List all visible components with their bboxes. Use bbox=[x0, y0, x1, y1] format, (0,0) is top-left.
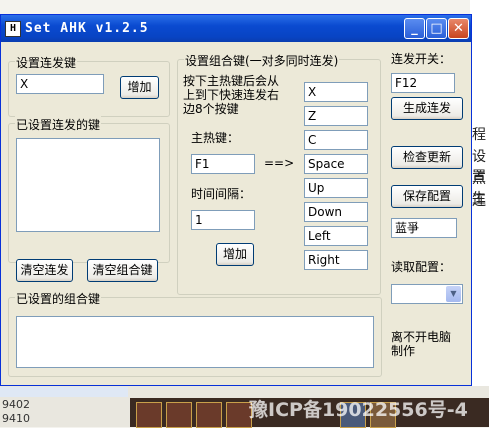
bg-text-4: 连 bbox=[472, 193, 486, 209]
minimize-button[interactable]: _ bbox=[404, 18, 425, 39]
game-item-thumbnail bbox=[136, 402, 162, 428]
toggle-key-input[interactable]: F12 bbox=[391, 73, 455, 93]
bg-text-1: 程 bbox=[472, 127, 486, 143]
combo-key-input-7[interactable]: Left bbox=[304, 226, 368, 246]
burst-keys-list[interactable] bbox=[16, 138, 160, 232]
combo-key-input-4[interactable]: Space bbox=[304, 154, 368, 174]
combo-key-input-5[interactable]: Up bbox=[304, 178, 368, 198]
combo-key-input-1[interactable]: X bbox=[304, 82, 368, 102]
add-combo-button[interactable]: 增加 bbox=[216, 243, 254, 266]
config-name-input[interactable]: 蓝爭 bbox=[391, 218, 457, 238]
set-burst-keys-label: 已设置连发的键 bbox=[15, 116, 102, 133]
app-icon: H bbox=[5, 21, 21, 37]
interval-input[interactable]: 1 bbox=[191, 210, 255, 230]
clear-combo-button[interactable]: 清空组合键 bbox=[87, 259, 158, 282]
bg-number-1: 9402 bbox=[2, 398, 30, 411]
set-combo-keys-label: 已设置的组合键 bbox=[15, 290, 102, 307]
watermark: 豫ICP备19022556号-4 bbox=[249, 399, 468, 421]
load-config-label: 读取配置： bbox=[391, 260, 452, 274]
burst-key-input[interactable]: X bbox=[16, 74, 104, 94]
notice-line-2: 制作 bbox=[391, 344, 416, 358]
combo-key-input-2[interactable]: Z bbox=[304, 106, 368, 126]
save-config-button[interactable]: 保存配置 bbox=[391, 185, 463, 208]
close-button[interactable]: ✕ bbox=[448, 18, 469, 39]
set-ahk-window: H Set AHK v1.2.5 _ □ ✕ 设置连发键 X 增加 已设置连发的… bbox=[0, 14, 472, 386]
check-update-button[interactable]: 检查更新 bbox=[391, 146, 463, 169]
window-title: Set AHK v1.2.5 bbox=[25, 21, 149, 36]
combo-key-input-3[interactable]: C bbox=[304, 130, 368, 150]
bg-number-2: 9410 bbox=[2, 412, 30, 425]
main-hotkey-label: 主热键： bbox=[191, 131, 240, 145]
background-page bbox=[470, 0, 489, 427]
combo-key-input-6[interactable]: Down bbox=[304, 202, 368, 222]
notice-line-1: 离不开电脑 bbox=[391, 330, 452, 344]
combo-instruction-line-3: 边8个按键 bbox=[183, 102, 239, 116]
combo-key-input-8[interactable]: Right bbox=[304, 250, 368, 270]
background-link-row bbox=[0, 387, 128, 397]
toggle-key-label: 连发开关： bbox=[391, 52, 452, 66]
add-burst-key-button[interactable]: 增加 bbox=[120, 76, 159, 99]
game-item-thumbnail bbox=[196, 402, 222, 428]
set-burst-key-label: 设置连发键 bbox=[15, 54, 78, 71]
generate-burst-button[interactable]: 生成连发 bbox=[391, 97, 463, 120]
clear-burst-button[interactable]: 清空连发 bbox=[16, 259, 73, 282]
set-combo-label: 设置组合键(一对多同时连发) bbox=[184, 52, 340, 69]
title-bar[interactable]: H Set AHK v1.2.5 _ □ ✕ bbox=[1, 15, 471, 42]
combo-keys-list[interactable] bbox=[16, 316, 374, 368]
load-config-dropdown[interactable]: ▼ bbox=[391, 284, 463, 304]
interval-label: 时间间隔： bbox=[191, 187, 252, 201]
chevron-down-icon[interactable]: ▼ bbox=[446, 286, 461, 302]
main-hotkey-input[interactable]: F1 bbox=[191, 154, 255, 174]
combo-instruction-line-2: 上到下快速连发右 bbox=[183, 88, 280, 102]
maximize-button[interactable]: □ bbox=[426, 18, 447, 39]
game-item-thumbnail bbox=[166, 402, 192, 428]
combo-arrow-text: ==> bbox=[264, 156, 295, 170]
combo-instruction-line-1: 按下主热键后会从 bbox=[183, 74, 280, 88]
